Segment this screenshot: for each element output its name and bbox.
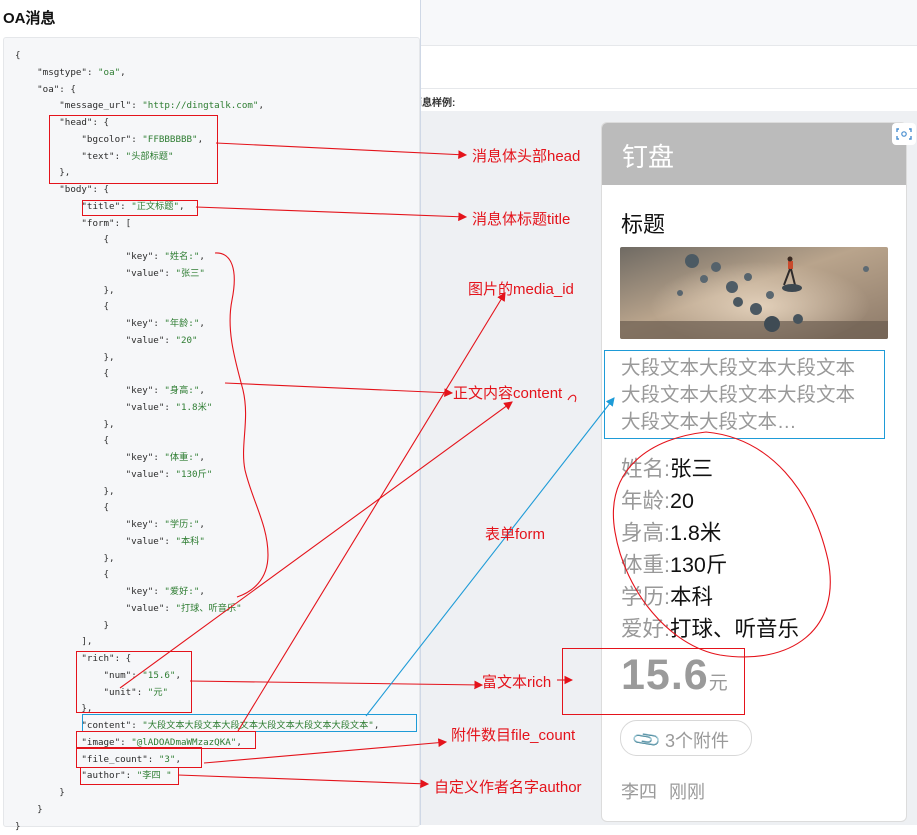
annotation-arrows (0, 0, 917, 825)
label-rich: 富文本rich (482, 671, 551, 692)
label-title: 消息体标题title (472, 208, 570, 229)
label-author: 自定义作者名字author (434, 776, 582, 797)
label-file-count: 附件数目file_count (451, 724, 575, 745)
label-image: 图片的media_id (468, 278, 574, 299)
label-head: 消息体头部head (472, 145, 580, 166)
label-content: 正文内容content (453, 382, 562, 403)
label-form: 表单form (485, 523, 545, 544)
